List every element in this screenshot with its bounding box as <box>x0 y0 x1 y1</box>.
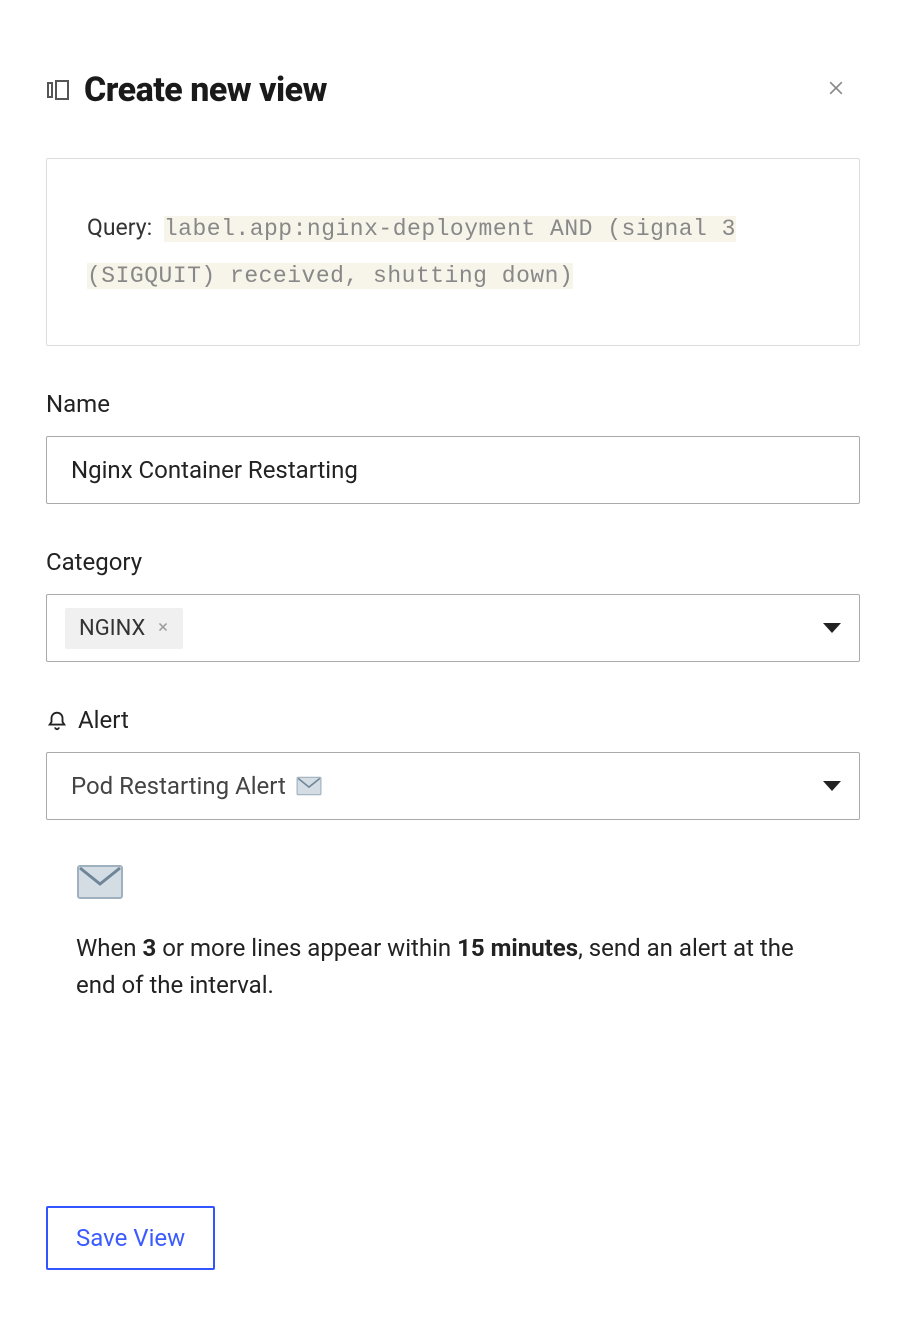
close-icon[interactable] <box>826 78 846 98</box>
panels-icon <box>46 78 70 102</box>
remove-tag-icon[interactable] <box>157 620 169 636</box>
alert-value: Pod Restarting Alert <box>71 772 286 800</box>
alert-select[interactable]: Pod Restarting Alert <box>46 752 860 820</box>
query-text-line2: (SIGQUIT) received, shutting down) <box>87 263 573 289</box>
alert-description-text: When 3 or more lines appear within 15 mi… <box>76 930 830 1004</box>
save-view-button[interactable]: Save View <box>46 1206 215 1270</box>
category-tag-label: NGINX <box>79 616 145 641</box>
alert-label: Alert <box>46 706 860 734</box>
name-label: Name <box>46 390 860 418</box>
chevron-down-icon <box>823 781 841 791</box>
query-display: Query: label.app:nginx-deployment AND (s… <box>46 158 860 346</box>
query-text-line1: label.app:nginx-deployment AND (signal 3 <box>164 216 736 242</box>
bell-icon <box>46 709 68 731</box>
category-label: Category <box>46 548 860 576</box>
category-tag: NGINX <box>65 608 183 649</box>
query-label: Query: <box>87 214 152 241</box>
chevron-down-icon <box>823 623 841 633</box>
mail-icon <box>296 776 322 796</box>
name-input[interactable] <box>46 436 860 504</box>
dialog-title: Create new view <box>84 70 327 110</box>
category-select[interactable]: NGINX <box>46 594 860 662</box>
dialog-header: Create new view <box>46 70 860 110</box>
alert-description: When 3 or more lines appear within 15 mi… <box>46 864 860 1004</box>
mail-icon <box>76 864 124 900</box>
